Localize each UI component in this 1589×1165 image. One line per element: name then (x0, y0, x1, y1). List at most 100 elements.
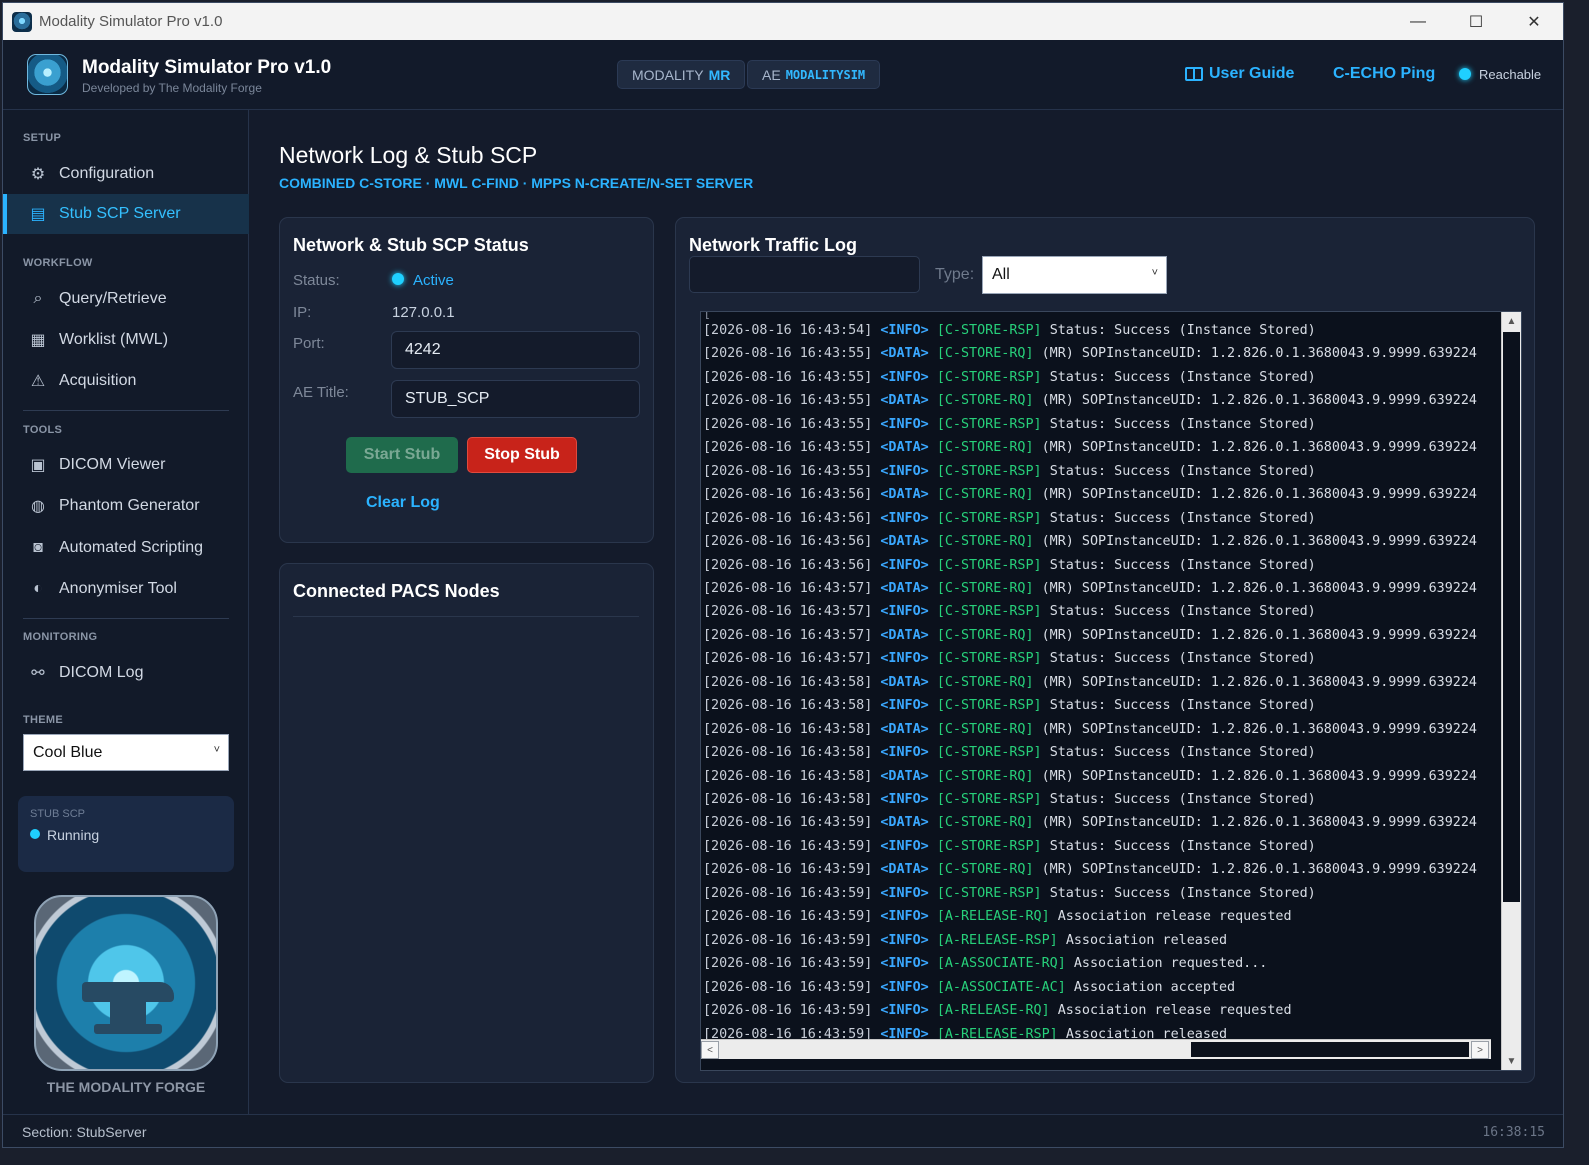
sidebar-item-phantom-generator[interactable]: ◍ Phantom Generator (3, 486, 249, 526)
ae-value: MODALITYSIM (785, 67, 866, 82)
theme-select[interactable]: Cool Blue ˅ (23, 734, 229, 771)
page-title: Network Log & Stub SCP (279, 142, 538, 168)
log-message: (MR) SOPInstanceUID: 1.2.826.0.1.3680043… (1041, 440, 1477, 456)
vertical-scrollbar[interactable]: ▲ ▼ (1501, 312, 1521, 1070)
clear-log-button[interactable]: Clear Log (366, 494, 440, 512)
type-filter-select[interactable]: All ˅ (982, 256, 1167, 294)
log-icon: ⚯ (31, 665, 45, 682)
log-command: [C-STORE-RQ] (936, 627, 1034, 643)
stub-scp-label: STUB SCP (30, 808, 86, 820)
scroll-up-icon[interactable]: ▲ (1502, 312, 1521, 331)
sidebar-item-query-retrieve[interactable]: ⌕ Query/Retrieve (3, 279, 249, 319)
log-message: (MR) SOPInstanceUID: 1.2.826.0.1.3680043… (1041, 862, 1477, 878)
scrollbar-thumb[interactable] (1503, 332, 1520, 902)
horizontal-scrollbar[interactable]: < > (701, 1039, 1491, 1059)
log-level: <DATA> (880, 346, 929, 362)
section-workflow: WORKFLOW (23, 257, 93, 269)
log-command: [A-RELEASE-RSP] (936, 932, 1058, 948)
section-indicator: Section: StubServer (22, 1124, 147, 1140)
sidebar-item-acquisition[interactable]: ⚠ Acquisition (3, 361, 249, 401)
close-button[interactable]: ✕ (1505, 3, 1563, 40)
log-line: [2026-08-16 16:43:59] <INFO> [A-RELEASE-… (703, 1003, 1292, 1019)
log-line: [2026-08-16 16:43:57] <INFO> [C-STORE-RS… (703, 604, 1316, 620)
gear-icon: ⚙ (30, 166, 46, 183)
log-message: Status: Success (Instance Stored) (1049, 745, 1316, 761)
minimize-button[interactable]: — (1389, 3, 1447, 40)
log-line: [2026-08-16 16:43:55] <INFO> [C-STORE-RS… (703, 370, 1316, 386)
sidebar-item-stub-scp-server[interactable]: ▤ Stub SCP Server (3, 194, 249, 234)
sidebar-item-dicom-log[interactable]: ⚯ DICOM Log (3, 653, 249, 693)
log-line: [2026-08-16 16:43:55] <INFO> [C-STORE-RS… (703, 417, 1316, 433)
log-timestamp: [2026-08-16 16:43:58] (703, 768, 873, 784)
log-message: Association accepted (1073, 979, 1236, 995)
start-stub-button[interactable]: Start Stub (346, 437, 458, 473)
log-level: <INFO> (880, 838, 929, 854)
log-timestamp: [2026-08-16 16:43:56] (703, 534, 873, 550)
log-line: [2026-08-16 16:43:56] <DATA> [C-STORE-RQ… (703, 534, 1477, 550)
port-input[interactable]: 4242 (391, 331, 640, 369)
log-message: Status: Success (Instance Stored) (1049, 885, 1316, 901)
section-tools: TOOLS (23, 424, 63, 436)
app-name: Modality Simulator Pro v1.0 (82, 57, 332, 78)
stub-scp-status: Running (47, 827, 100, 843)
sidebar: SETUP ⚙ Configuration ▤ Stub SCP Server … (3, 110, 249, 1114)
log-level: <INFO> (880, 792, 929, 807)
log-level: <DATA> (880, 487, 929, 503)
log-timestamp: [2026-08-16 16:43:58] (703, 698, 873, 714)
scrollbar-thumb[interactable] (1191, 1042, 1469, 1057)
log-timestamp: [2026-08-16 16:43:55] (703, 346, 873, 362)
log-level: <DATA> (880, 674, 929, 690)
reachable-indicator-icon (1459, 68, 1471, 80)
log-line: [2026-08-16 16:43:58] <DATA> [C-STORE-RQ… (703, 675, 1477, 691)
sidebar-item-worklist[interactable]: ▦ Worklist (MWL) (3, 320, 249, 360)
log-line: [2026-08-16 16:43:59] <DATA> [C-STORE-RQ… (703, 815, 1477, 831)
user-guide-link[interactable]: User Guide (1185, 65, 1294, 83)
sidebar-item-label: Automated Scripting (59, 539, 204, 556)
log-timestamp: [2026-08-16 16:43:56] (703, 487, 873, 503)
list-icon: ▦ (30, 332, 46, 349)
modality-label: MODALITY (632, 66, 704, 83)
c-echo-ping-link[interactable]: C-ECHO Ping (1333, 65, 1435, 83)
log-line: [2026-08-16 16:43:57] <DATA> [C-STORE-RQ… (703, 581, 1477, 597)
robot-icon: ◙ (33, 539, 43, 556)
stop-stub-button[interactable]: Stop Stub (467, 437, 577, 473)
port-label: Port: (293, 335, 325, 352)
log-line: [2026-08-16 16:43:57] <DATA> [C-STORE-RQ… (703, 628, 1477, 644)
sidebar-item-dicom-viewer[interactable]: ▣ DICOM Viewer (3, 445, 249, 485)
sidebar-item-automated-scripting[interactable]: ◙ Automated Scripting (3, 528, 249, 568)
sidebar-item-anonymiser-tool[interactable]: ◐ Anonymiser Tool (3, 569, 249, 609)
log-level: <INFO> (880, 557, 929, 573)
log-command: [C-STORE-RSP] (936, 838, 1042, 854)
log-level: <DATA> (880, 768, 929, 784)
type-value: All (992, 266, 1010, 283)
scroll-right-icon[interactable]: > (1471, 1041, 1489, 1059)
log-command: [A-RELEASE-RSP] (936, 1026, 1058, 1041)
search-icon: ⌕ (33, 290, 43, 307)
ae-title-input[interactable]: STUB_SCP (391, 380, 640, 418)
app-window: Modality Simulator Pro v1.0 — ☐ ✕ Modali… (2, 2, 1564, 1148)
chevron-down-icon: ˅ (1151, 267, 1158, 279)
log-timestamp: [2026-08-16 16:43:59] (703, 862, 873, 878)
card-title: Connected PACS Nodes (293, 581, 500, 601)
log-timestamp: [2026-08-16 16:43:56] (703, 510, 873, 526)
scanner-icon: ⚠ (30, 373, 46, 390)
scroll-down-icon[interactable]: ▼ (1502, 1052, 1521, 1070)
log-search-input[interactable] (689, 256, 920, 293)
log-message: Status: Success (Instance Stored) (1049, 557, 1316, 573)
log-timestamp: [2026-08-16 16:43:59] (703, 956, 873, 972)
anvil-icon (110, 1002, 146, 1024)
pacs-nodes-card: Connected PACS Nodes (279, 563, 654, 1083)
scroll-left-icon[interactable]: < (701, 1041, 719, 1059)
log-textarea[interactable]: [ [2026-08-16 16:43:54] <INFO> [C-STORE-… (700, 311, 1522, 1071)
log-level: <INFO> (880, 604, 929, 620)
log-command: [C-STORE-RQ] (936, 768, 1034, 784)
log-timestamp: [2026-08-16 16:43:57] (703, 627, 873, 643)
chevron-down-icon: ˅ (213, 744, 220, 756)
app-logo (27, 54, 68, 95)
log-timestamp: [2026-08-16 16:43:59] (703, 932, 873, 948)
maximize-button[interactable]: ☐ (1447, 3, 1505, 40)
log-command: [C-STORE-RSP] (936, 416, 1042, 432)
status-dot-icon (30, 829, 40, 839)
log-level: <DATA> (880, 862, 929, 878)
sidebar-item-configuration[interactable]: ⚙ Configuration (3, 154, 249, 194)
